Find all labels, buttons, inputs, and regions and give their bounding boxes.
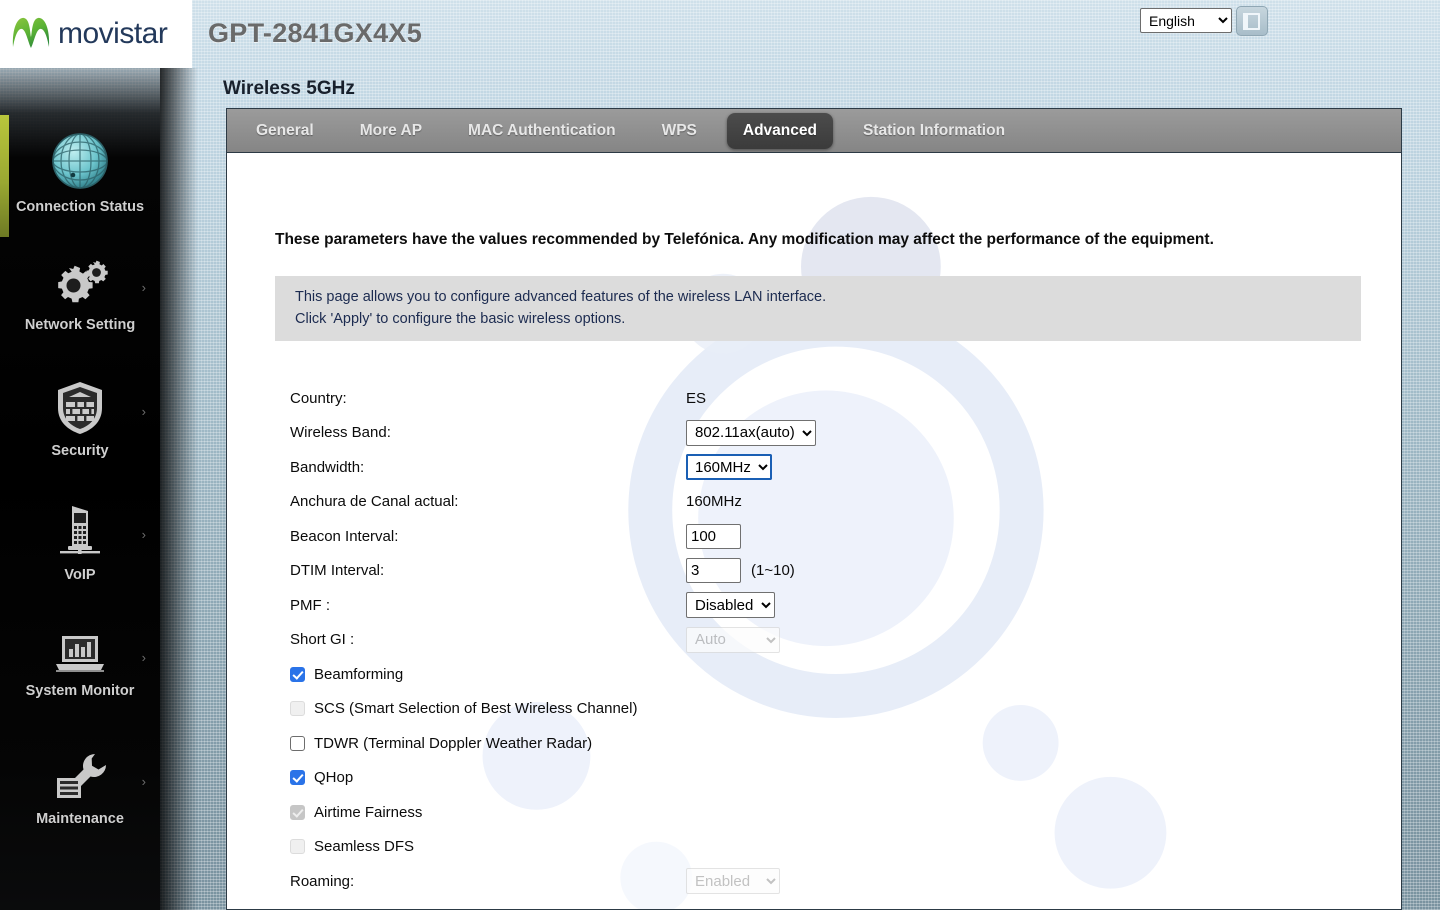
short-gi-label: Short GI : bbox=[290, 631, 355, 649]
beamforming-label: Beamforming bbox=[314, 665, 404, 683]
language-select[interactable]: English bbox=[1140, 8, 1232, 33]
shield-icon bbox=[54, 380, 106, 436]
dtim-interval-label: DTIM Interval: bbox=[290, 562, 385, 580]
tab-station-information[interactable]: Station Information bbox=[847, 113, 1021, 149]
sidebar-item-security[interactable]: › Security bbox=[0, 380, 160, 460]
recommendation-notice: These parameters have the values recomme… bbox=[275, 231, 1214, 248]
seamless-dfs-label: Seamless DFS bbox=[314, 838, 415, 856]
tab-more-ap[interactable]: More AP bbox=[344, 113, 438, 149]
current-channel-width-label: Anchura de Canal actual: bbox=[290, 493, 459, 511]
sidebar-item-network-setting[interactable]: › Network Setting bbox=[0, 258, 160, 334]
airtime-fairness-checkbox bbox=[290, 804, 305, 820]
beacon-interval-label: Beacon Interval: bbox=[290, 527, 399, 545]
tab-bar: General More AP MAC Authentication WPS A… bbox=[227, 109, 1401, 153]
info-line: This page allows you to configure advanc… bbox=[295, 288, 827, 305]
tab-wps[interactable]: WPS bbox=[646, 113, 713, 149]
pmf-select[interactable]: Disabled bbox=[686, 592, 775, 619]
page-title: Wireless 5GHz bbox=[223, 78, 355, 99]
scs-label: SCS (Smart Selection of Best Wireless Ch… bbox=[314, 700, 638, 718]
tab-advanced[interactable]: Advanced bbox=[726, 112, 833, 149]
advanced-settings-form: Country: ES Wireless Band: 802.11ax(auto… bbox=[290, 381, 1350, 909]
bandwidth-select[interactable]: 160MHz bbox=[686, 454, 772, 481]
wrench-icon bbox=[51, 752, 109, 804]
app-header: movistar GPT-2841GX4X5 English bbox=[0, 0, 1440, 68]
sidebar-item-voip[interactable]: › VoIP bbox=[0, 502, 160, 584]
scs-checkbox bbox=[290, 701, 305, 717]
beacon-interval-input[interactable] bbox=[686, 523, 741, 549]
sidebar-item-maintenance[interactable]: › Maintenance bbox=[0, 752, 160, 828]
tab-mac-authentication[interactable]: MAC Authentication bbox=[452, 113, 632, 149]
current-channel-width-value: 160MHz bbox=[686, 493, 742, 511]
sidebar-item-label: Network Setting bbox=[24, 317, 136, 333]
chevron-right-icon: › bbox=[141, 404, 146, 419]
checkbox-row-airtime-fairness: Airtime Fairness bbox=[290, 795, 1350, 830]
dtim-interval-input[interactable] bbox=[686, 558, 741, 584]
row-short-gi: Short GI : Auto bbox=[290, 623, 1350, 658]
tab-general[interactable]: General bbox=[240, 113, 330, 149]
row-dtim-interval: DTIM Interval: (1~10) bbox=[290, 554, 1350, 589]
checkbox-row-beamforming[interactable]: Beamforming bbox=[290, 657, 1350, 692]
tdwr-checkbox[interactable] bbox=[290, 735, 305, 751]
country-label: Country: bbox=[290, 389, 347, 407]
row-beacon-interval: Beacon Interval: bbox=[290, 519, 1350, 554]
app-window: movistar GPT-2841GX4X5 English Connectio… bbox=[0, 0, 1440, 910]
content-panel: General More AP MAC Authentication WPS A… bbox=[226, 108, 1402, 910]
brand-logo: movistar bbox=[0, 0, 192, 68]
brand-name: movistar bbox=[58, 17, 168, 50]
device-model-label: GPT-2841GX4X5 bbox=[208, 18, 423, 48]
logout-button[interactable] bbox=[1236, 6, 1268, 36]
seamless-dfs-checkbox bbox=[290, 839, 305, 855]
row-pmf: PMF : Disabled bbox=[290, 588, 1350, 623]
checkbox-row-scs: SCS (Smart Selection of Best Wireless Ch… bbox=[290, 692, 1350, 727]
sidebar-item-label: Maintenance bbox=[36, 811, 124, 827]
qhop-label: QHop bbox=[314, 769, 354, 787]
chevron-right-icon: › bbox=[141, 280, 146, 295]
wireless-band-label: Wireless Band: bbox=[290, 424, 391, 442]
sidebar-item-label: Security bbox=[51, 443, 109, 459]
bandwidth-label: Bandwidth: bbox=[290, 458, 365, 476]
sidebar-item-label: VoIP bbox=[64, 567, 96, 583]
sidebar-item-label: System Monitor bbox=[25, 683, 135, 699]
roaming-label: Roaming: bbox=[290, 872, 355, 890]
row-current-channel-width: Anchura de Canal actual: 160MHz bbox=[290, 485, 1350, 520]
movistar-m-icon bbox=[8, 11, 54, 58]
globe-icon bbox=[49, 130, 111, 192]
tdwr-label: TDWR (Terminal Doppler Weather Radar) bbox=[314, 734, 593, 752]
roaming-select: Enabled bbox=[686, 868, 780, 895]
dtim-interval-hint: (1~10) bbox=[751, 562, 795, 580]
row-wireless-band: Wireless Band: 802.11ax(auto) bbox=[290, 416, 1350, 451]
sidebar-item-system-monitor[interactable]: › System Monitor bbox=[0, 630, 160, 700]
beamforming-checkbox[interactable] bbox=[290, 666, 305, 682]
sidebar-nav: Connection Status › Network Setting › Se… bbox=[0, 68, 198, 910]
wireless-band-select[interactable]: 802.11ax(auto) bbox=[686, 419, 816, 446]
row-country: Country: ES bbox=[290, 381, 1350, 416]
short-gi-select: Auto bbox=[686, 626, 780, 653]
sidebar-item-label: Connection Status bbox=[15, 199, 145, 215]
checkbox-row-qhop[interactable]: QHop bbox=[290, 761, 1350, 796]
phone-icon bbox=[54, 502, 106, 560]
airtime-fairness-label: Airtime Fairness bbox=[314, 803, 423, 821]
row-bandwidth: Bandwidth: 160MHz bbox=[290, 450, 1350, 485]
pmf-label: PMF : bbox=[290, 596, 330, 614]
qhop-checkbox[interactable] bbox=[290, 770, 305, 786]
chevron-right-icon: › bbox=[141, 527, 146, 542]
country-value: ES bbox=[686, 389, 707, 407]
sidebar-item-connection-status[interactable]: Connection Status bbox=[0, 130, 160, 216]
laptop-chart-icon bbox=[51, 630, 109, 676]
checkbox-row-tdwr[interactable]: TDWR (Terminal Doppler Weather Radar) bbox=[290, 726, 1350, 761]
chevron-right-icon: › bbox=[141, 774, 146, 789]
gears-icon bbox=[49, 258, 111, 310]
logout-door-icon bbox=[1242, 12, 1260, 30]
row-roaming-role: Roaming Role: master bbox=[290, 899, 1350, 909]
checkbox-row-seamless-dfs: Seamless DFS bbox=[290, 830, 1350, 865]
row-roaming: Roaming: Enabled bbox=[290, 864, 1350, 899]
sidebar-active-accent bbox=[0, 115, 9, 237]
chevron-right-icon: › bbox=[141, 650, 146, 665]
info-line: Click 'Apply' to configure the basic wir… bbox=[295, 310, 626, 327]
info-box: This page allows you to configure advanc… bbox=[275, 276, 1361, 341]
